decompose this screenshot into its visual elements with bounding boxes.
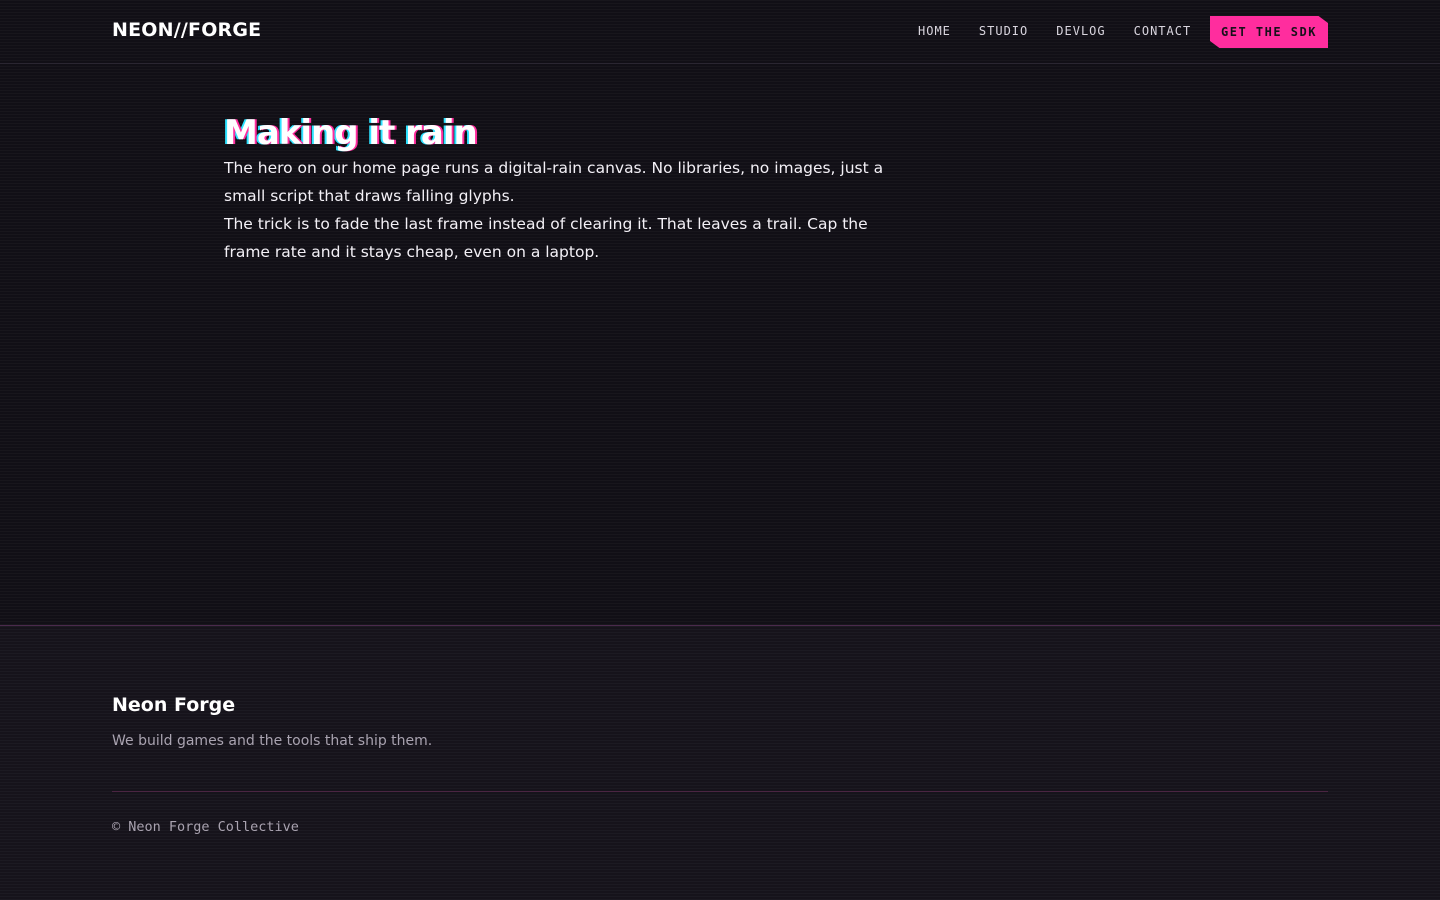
- article-title: Making it rain: [224, 113, 478, 153]
- footer-divider: [112, 791, 1328, 792]
- main-nav: HOME STUDIO DEVLOG CONTACT: [918, 24, 1219, 38]
- nav-item-studio[interactable]: STUDIO: [979, 24, 1028, 38]
- article-paragraph: The hero on our home page runs a digital…: [224, 159, 884, 205]
- nav-item-devlog[interactable]: DEVLOG: [1056, 24, 1105, 38]
- footer-tagline: We build games and the tools that ship t…: [112, 733, 433, 749]
- get-sdk-button[interactable]: GET THE SDK: [1210, 16, 1328, 48]
- article: Making it rain The hero on our home page…: [224, 112, 914, 266]
- footer-copyright: © Neon Forge Collective: [112, 819, 299, 835]
- site-footer: Neon Forge We build games and the tools …: [0, 625, 1440, 900]
- brand-logo[interactable]: NEON//FORGE: [112, 19, 261, 41]
- nav-item-home[interactable]: HOME: [918, 24, 951, 38]
- footer-brand: Neon Forge: [112, 694, 236, 716]
- article-paragraph: The trick is to fade the last frame inst…: [224, 215, 868, 261]
- site-header: NEON//FORGE HOME STUDIO DEVLOG CONTACT G…: [0, 0, 1440, 64]
- nav-item-contact[interactable]: CONTACT: [1134, 24, 1192, 38]
